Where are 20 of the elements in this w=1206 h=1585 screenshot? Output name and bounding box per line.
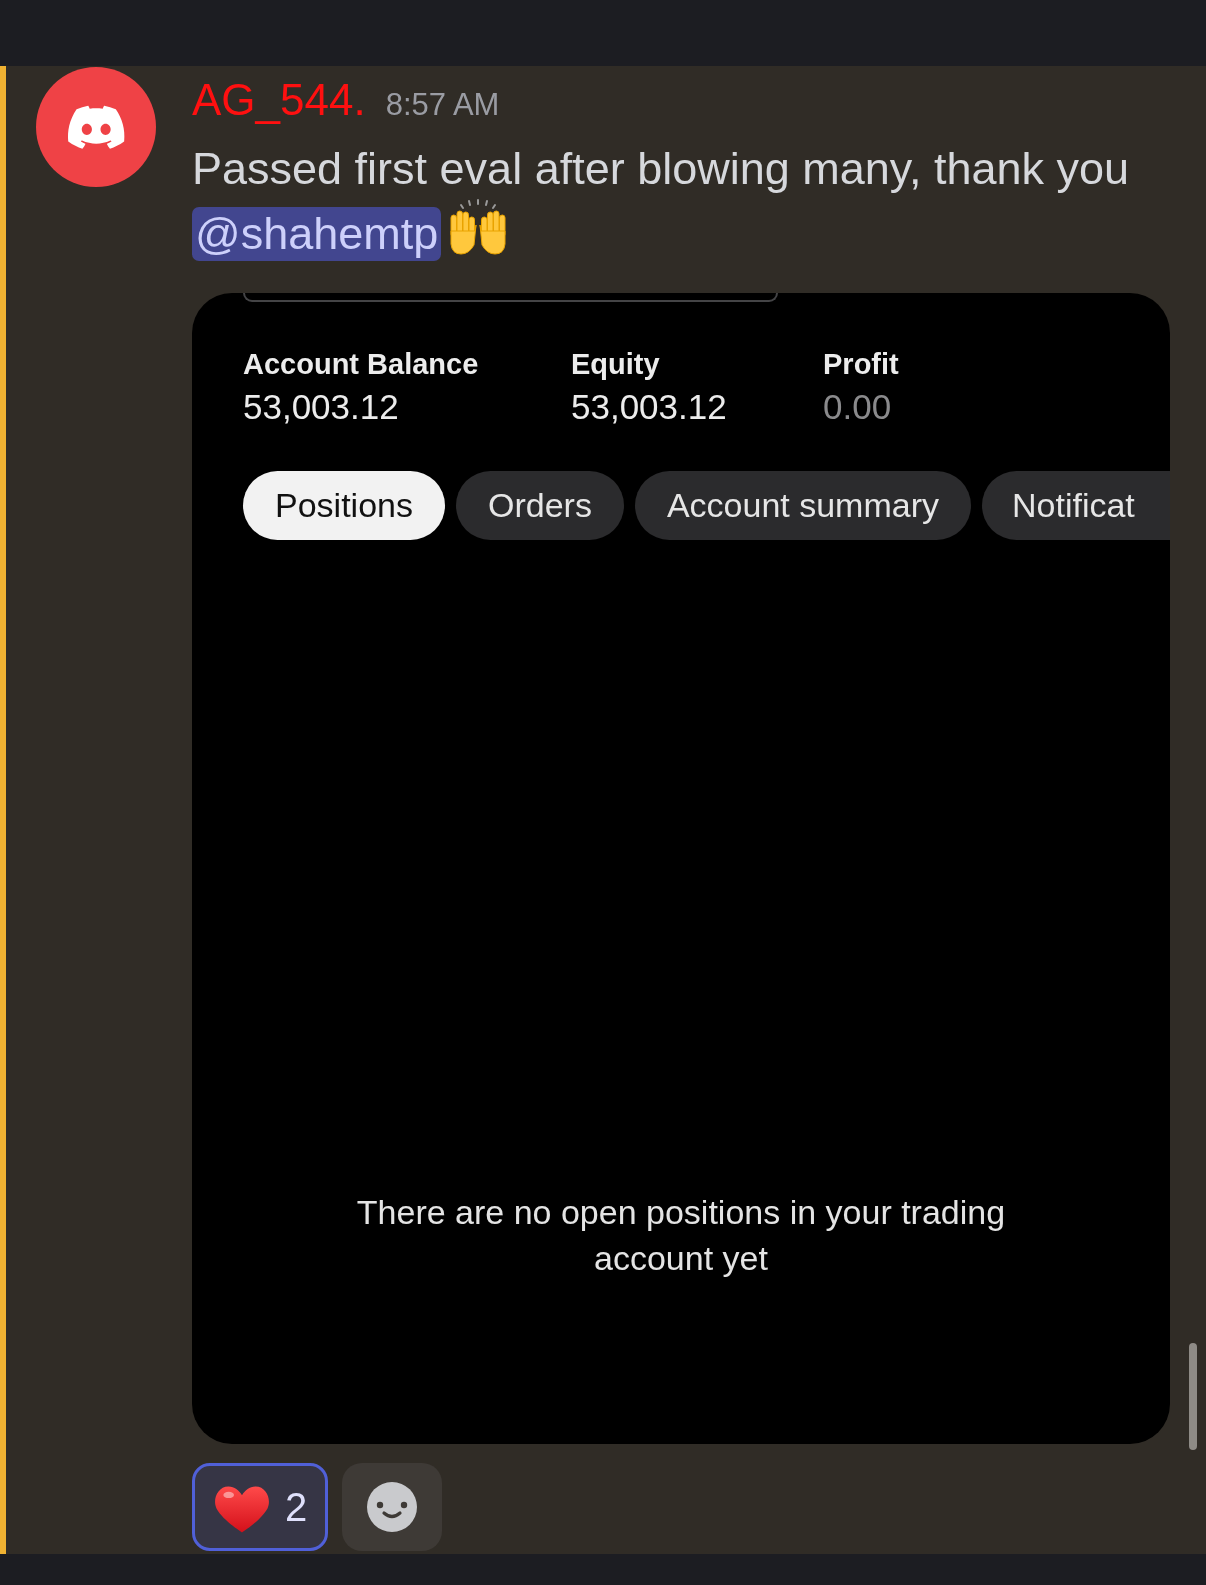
stat-label: Profit	[823, 347, 900, 382]
tab[interactable]: Account summary	[634, 471, 971, 540]
stat-value: 0.00	[823, 386, 893, 428]
add-reaction-button[interactable]	[342, 1463, 442, 1551]
user-mention[interactable]: @shahemtp	[192, 207, 442, 261]
tab[interactable]: Positions	[243, 471, 445, 540]
author-name[interactable]: AG_544.	[192, 74, 366, 126]
tab[interactable]: Orders	[455, 471, 624, 540]
message-time: 8:57 AM	[385, 86, 500, 124]
stat-label: Account Balance	[243, 347, 480, 382]
tab[interactable]: Notificat	[982, 471, 1170, 540]
scrollbar-thumb[interactable]	[1189, 1343, 1197, 1450]
smiley-icon	[367, 1482, 417, 1532]
empty-state-message: There are no open positions in your trading account yet	[355, 1192, 1007, 1279]
heart-reaction[interactable]: 2	[192, 1463, 328, 1551]
message-text: Passed first eval after blowing many, thank you	[192, 143, 1130, 194]
stat-label: Equity	[571, 347, 661, 382]
stat-value: 53,003.12	[243, 386, 400, 428]
stat-value: 53,003.12	[571, 386, 728, 428]
avatar-icon[interactable]	[36, 67, 156, 187]
